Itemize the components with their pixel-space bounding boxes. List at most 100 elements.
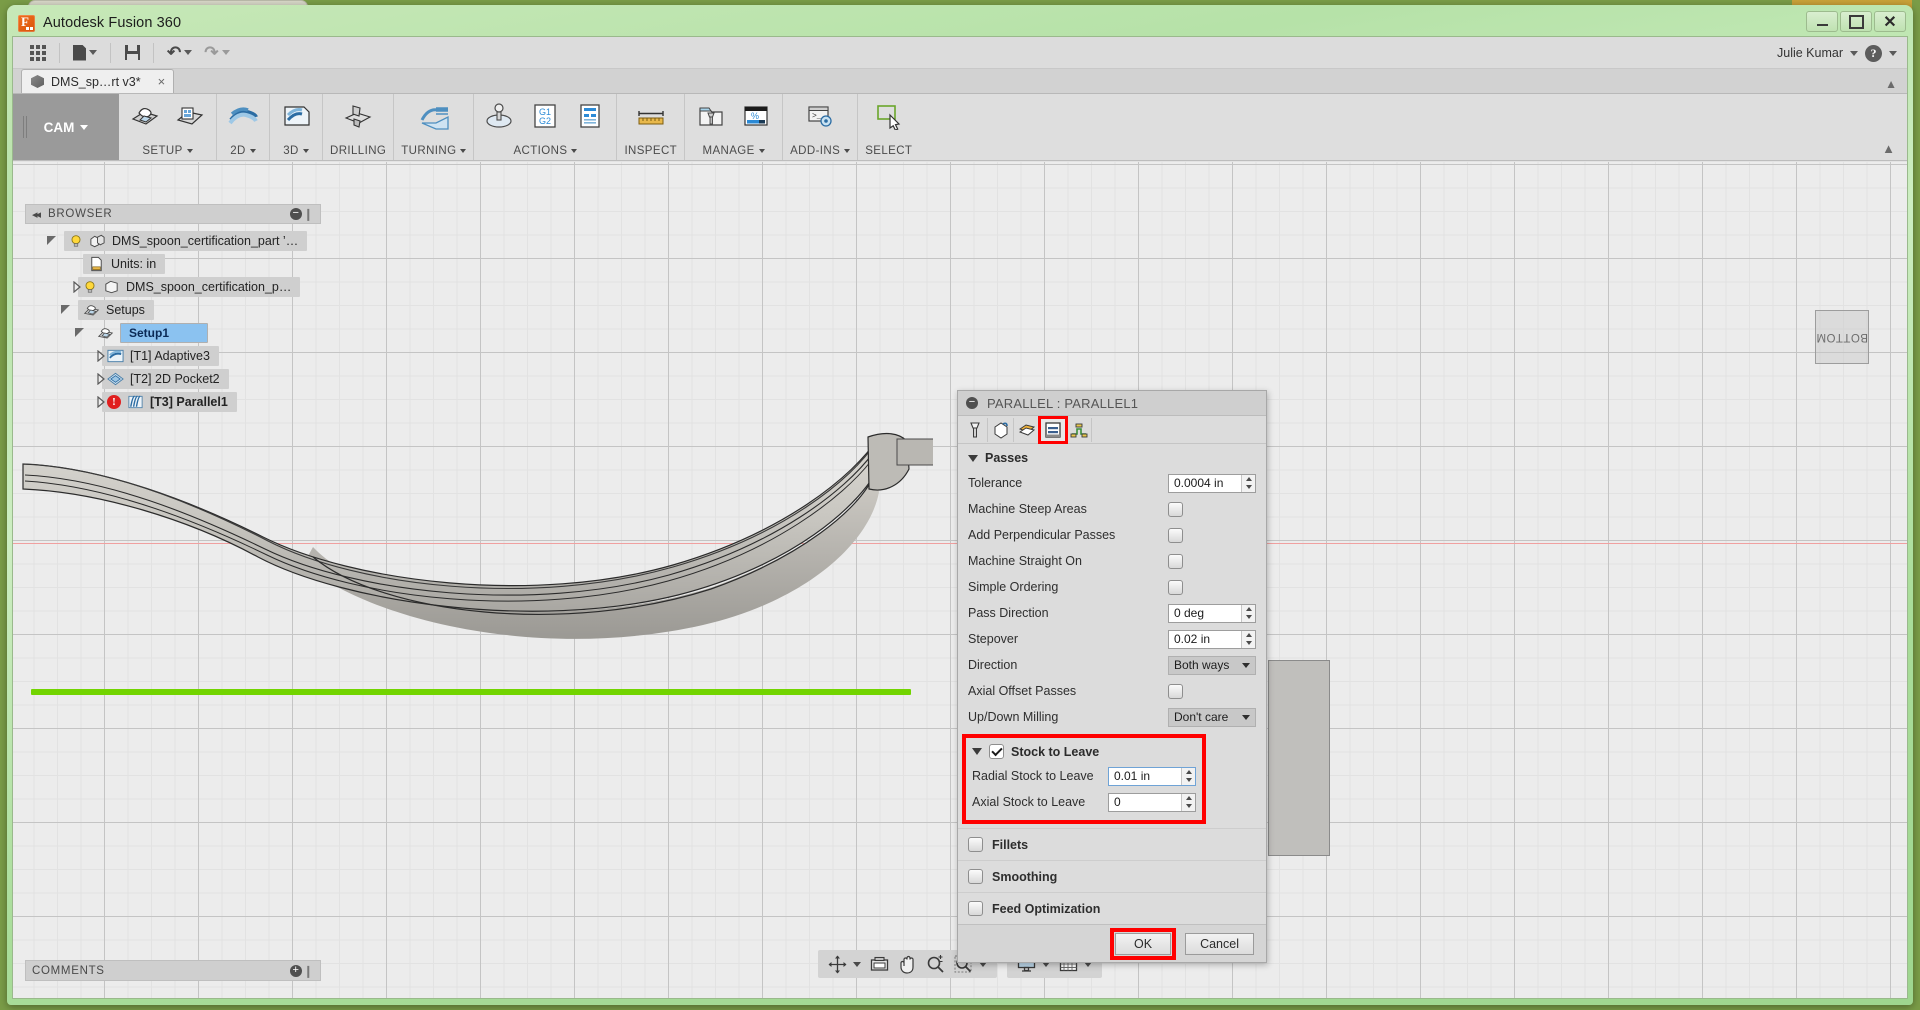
ribbon-group-label[interactable]: 3D xyxy=(283,145,309,160)
spoon-model[interactable] xyxy=(13,397,938,647)
ribbon-group-label[interactable]: MANAGE xyxy=(702,145,765,160)
workspace-switcher-button[interactable]: CAM xyxy=(13,94,119,160)
expand-triangle-icon[interactable] xyxy=(89,349,105,362)
pan-icon[interactable] xyxy=(895,952,920,976)
setup-folder-icon[interactable] xyxy=(171,98,209,134)
simple-ordering-checkbox[interactable] xyxy=(1168,579,1183,595)
pass-direction-value[interactable] xyxy=(1169,604,1239,622)
toolpath-2d-icon[interactable] xyxy=(224,98,262,134)
chevron-down-icon[interactable] xyxy=(1889,50,1897,56)
panel-grip-icon[interactable]: ❙ xyxy=(303,207,314,221)
collapse-left-icon[interactable]: ◂◂ xyxy=(32,208,41,221)
drilling-icon[interactable] xyxy=(339,98,377,134)
geometry-tab-icon[interactable] xyxy=(988,417,1014,442)
stepover-value[interactable] xyxy=(1169,630,1239,648)
simulate-icon[interactable] xyxy=(481,98,519,134)
fillets-section[interactable]: Fillets xyxy=(958,828,1266,860)
3d-viewport[interactable]: BOTTOM ◂◂ BROWSER − ❙ DMS_spoon_certific… xyxy=(13,162,1907,998)
maximize-button[interactable] xyxy=(1840,11,1872,32)
heights-tab-icon[interactable] xyxy=(1014,417,1040,442)
close-button[interactable]: ✕ xyxy=(1874,11,1906,32)
collapse-dialog-icon[interactable]: − xyxy=(966,397,978,409)
linking-tab-icon[interactable] xyxy=(1066,417,1092,442)
undo-icon[interactable]: ↶ xyxy=(162,40,197,66)
zoom-icon[interactable] xyxy=(923,952,948,976)
dialog-title-bar[interactable]: − PARALLEL : PARALLEL1 xyxy=(958,391,1266,416)
tree-node-setup1[interactable]: Setup1 xyxy=(25,321,321,344)
expand-triangle-icon[interactable] xyxy=(65,280,81,293)
minimize-button[interactable] xyxy=(1806,11,1838,32)
minimize-panel-icon[interactable]: − xyxy=(290,208,302,220)
expand-triangle-icon[interactable] xyxy=(89,395,105,408)
toolpath-3d-icon[interactable] xyxy=(277,98,315,134)
stepper-arrows[interactable] xyxy=(1241,474,1255,492)
tree-node-2d-pocket2[interactable]: [T2] 2D Pocket2 xyxy=(25,367,321,390)
new-document-icon[interactable] xyxy=(68,40,102,66)
panel-grip-icon[interactable]: ❙ xyxy=(303,964,314,978)
help-question-icon[interactable]: ? xyxy=(1865,44,1882,62)
ribbon-group-label[interactable]: 2D xyxy=(230,145,256,160)
expand-triangle-icon[interactable] xyxy=(61,304,73,316)
stepper-arrows[interactable] xyxy=(1181,793,1195,811)
user-name-label[interactable]: Julie Kumar xyxy=(1777,46,1843,60)
stepper-arrows[interactable] xyxy=(1241,630,1255,648)
ribbon-group-label[interactable]: TURNING xyxy=(401,145,467,160)
expand-triangle-icon[interactable] xyxy=(47,235,59,247)
tool-library-icon[interactable] xyxy=(692,98,730,134)
stock-to-leave-checkbox[interactable] xyxy=(989,744,1004,759)
setup-sheet-icon[interactable] xyxy=(571,98,609,134)
tolerance-input[interactable] xyxy=(1168,473,1256,493)
document-tab[interactable]: DMS_sp…rt v3* × xyxy=(21,69,175,93)
fillets-checkbox[interactable] xyxy=(968,837,983,852)
ok-button[interactable]: OK xyxy=(1115,932,1172,955)
ribbon-group-label[interactable]: DRILLING xyxy=(330,145,386,160)
ribbon-group-label[interactable]: SETUP xyxy=(142,145,193,160)
tree-node-setups[interactable]: Setups xyxy=(25,298,321,321)
expand-panel-icon[interactable]: + xyxy=(290,964,302,977)
view-cube[interactable]: BOTTOM xyxy=(1815,310,1869,364)
expand-triangle-icon[interactable] xyxy=(89,372,105,385)
display-views-icon[interactable] xyxy=(867,952,892,976)
visibility-bulb-icon[interactable] xyxy=(83,280,97,294)
app-grid-icon[interactable] xyxy=(25,40,51,66)
machining-time-icon[interactable]: % xyxy=(737,98,775,134)
tree-node-adaptive3[interactable]: [T1] Adaptive3 xyxy=(25,344,321,367)
axial-stock-to-leave-input[interactable] xyxy=(1108,792,1196,812)
machine-steep-areas-checkbox[interactable] xyxy=(1168,501,1183,517)
visibility-bulb-icon[interactable] xyxy=(69,234,83,248)
stock-to-leave-header[interactable]: Stock to Leave xyxy=(966,738,1202,763)
chevron-down-icon[interactable] xyxy=(1850,50,1858,56)
ribbon-group-label[interactable]: ACTIONS xyxy=(513,145,578,160)
smoothing-section[interactable]: Smoothing xyxy=(958,860,1266,892)
chevron-down-icon[interactable] xyxy=(853,961,861,967)
stepover-input[interactable] xyxy=(1168,629,1256,649)
axial-offset-passes-checkbox[interactable] xyxy=(1168,683,1183,699)
ribbon-group-label[interactable]: ADD-INS xyxy=(790,145,851,160)
passes-tab-icon[interactable] xyxy=(1038,415,1068,444)
comments-panel[interactable]: COMMENTS + ❙ xyxy=(25,960,321,981)
axial-stock-to-leave-value[interactable] xyxy=(1109,793,1179,811)
tree-node-root[interactable]: DMS_spoon_certification_part ’… xyxy=(25,229,321,252)
up-down-milling-dropdown[interactable]: Don't care xyxy=(1168,707,1256,727)
tree-node-units[interactable]: Units: in xyxy=(25,252,321,275)
close-icon[interactable]: × xyxy=(158,74,166,89)
feed-optimization-checkbox[interactable] xyxy=(968,901,983,916)
save-icon[interactable] xyxy=(119,40,145,66)
select-cursor-icon[interactable] xyxy=(870,98,908,134)
add-perpendicular-passes-checkbox[interactable] xyxy=(1168,527,1183,543)
scripts-addins-icon[interactable]: >_ xyxy=(801,98,839,134)
setup-new-icon[interactable] xyxy=(126,98,164,134)
chevron-up-icon[interactable]: ▲ xyxy=(1885,77,1897,91)
tolerance-value[interactable] xyxy=(1169,474,1239,492)
radial-stock-to-leave-input[interactable] xyxy=(1108,766,1196,786)
error-badge-icon[interactable]: ! xyxy=(107,394,121,409)
ribbon-group-label[interactable]: INSPECT xyxy=(624,145,677,160)
stock-block[interactable] xyxy=(1268,660,1330,856)
turning-icon[interactable] xyxy=(415,98,453,134)
expand-triangle-icon[interactable] xyxy=(75,327,87,339)
pass-direction-input[interactable] xyxy=(1168,603,1256,623)
orbit-icon[interactable] xyxy=(825,952,850,976)
passes-section-header[interactable]: Passes xyxy=(958,444,1266,470)
cancel-button[interactable]: Cancel xyxy=(1185,932,1254,955)
tool-tab-icon[interactable] xyxy=(962,417,988,442)
